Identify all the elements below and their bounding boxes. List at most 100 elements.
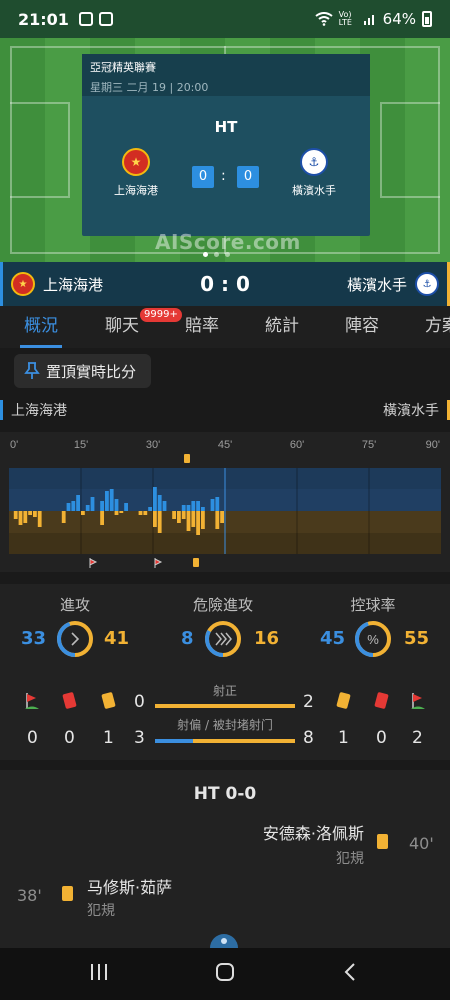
shots-on-target-label: 射正 <box>212 684 237 698</box>
back-icon[interactable] <box>342 962 358 982</box>
shots-on-target-bar <box>155 704 295 708</box>
carousel-dot[interactable] <box>225 252 230 257</box>
shots-off-away-value: 8 <box>303 728 314 748</box>
momentum-home-bar <box>186 505 191 511</box>
half-time-divider: HT 0-0 <box>193 784 257 804</box>
whistle-icon <box>210 934 238 948</box>
match-pitch-banner[interactable]: 亞冠精英聯賽 星期三 二月 19 | 20:00 HT ★ 上海海港 0 : 0… <box>0 38 450 262</box>
away-crest-icon: ⚓ <box>415 272 439 296</box>
tab-label: 聊天 <box>105 316 139 336</box>
possession-home-value: 45 <box>320 628 346 649</box>
momentum-home-bar <box>210 499 215 511</box>
momentum-home-bar <box>105 491 109 511</box>
momentum-home-bar <box>191 501 196 511</box>
carousel-dot[interactable] <box>203 252 208 257</box>
tab-plan[interactable]: 方案 <box>402 306 450 348</box>
momentum-tick-label: 15' <box>74 439 88 451</box>
possession-label: 控球率 <box>350 596 396 614</box>
momentum-home-bar <box>181 505 186 511</box>
android-nav-bar <box>0 948 450 1000</box>
momentum-away-bar <box>143 511 148 515</box>
yellow-card-marker <box>184 454 190 463</box>
momentum-tick-label: 60' <box>290 439 304 451</box>
tab-label: 方案 <box>425 316 450 336</box>
momentum-away-bar <box>23 511 28 523</box>
carousel-dot[interactable] <box>214 252 219 257</box>
scorecard-away-team[interactable]: ⚓ 橫濱水手 <box>274 148 354 198</box>
momentum-away-bar <box>186 511 191 531</box>
home-red-cards-value: 0 <box>64 728 75 748</box>
attack-label: 進攻 <box>59 596 90 614</box>
corner-marker-icon <box>154 558 163 568</box>
dangerous-attack-ring <box>205 621 241 657</box>
momentum-home-bar <box>196 501 200 511</box>
away-red-card-icon <box>374 691 389 710</box>
momentum-away-bar <box>61 511 66 523</box>
momentum-home-bar <box>124 503 128 511</box>
stats-panel: 進攻 危險進攻 控球率 33 41 8 16 45 % 55 0 射正 2 0 … <box>0 584 450 760</box>
momentum-away-bar <box>138 511 143 515</box>
wifi-icon <box>315 12 333 26</box>
attack-away-value: 41 <box>104 628 130 649</box>
scorecard-away-name: 橫濱水手 <box>292 184 336 197</box>
tab-overview[interactable]: 概況 <box>0 306 82 348</box>
home-crest-icon: ★ <box>11 272 35 296</box>
momentum-home-bar <box>162 501 167 511</box>
home-corner-flag-icon <box>25 693 39 709</box>
momentum-away-bar <box>172 511 176 519</box>
attack-home-value: 33 <box>21 628 47 649</box>
carousel-dots[interactable] <box>203 252 230 257</box>
header-away-name[interactable]: 橫濱水手 <box>347 274 407 295</box>
momentum-away-bar <box>177 511 181 523</box>
momentum-home-bar <box>100 501 104 511</box>
shots-off-home-value: 3 <box>134 728 145 748</box>
away-corners-value: 2 <box>412 728 423 748</box>
status-bar: 21:01 Vo) LTE 64% <box>0 0 450 38</box>
header-home-name[interactable]: 上海海港 <box>43 274 103 295</box>
tab-lineup[interactable]: 陣容 <box>322 306 402 348</box>
tab-bar: 概況 聊天9999+ 賠率 統計 陣容 方案 <box>0 306 450 348</box>
momentum-tick-label: 30' <box>146 439 160 451</box>
events-timeline: HT 0-0 安德森·洛佩斯 犯規 40' 38' 马修斯·茹萨 犯規 <box>0 770 450 948</box>
match-date: 星期三 二月 19 | 20:00 <box>90 81 209 94</box>
momentum-away-bar <box>13 511 18 519</box>
momentum-home-bar <box>85 505 90 511</box>
fast-forward-icon <box>215 632 232 646</box>
chevron-right-icon <box>71 632 80 646</box>
volte-indicator: Vo) LTE <box>338 10 352 27</box>
pin-button-label: 置頂實時比分 <box>46 362 137 381</box>
home-icon[interactable] <box>214 962 236 982</box>
recent-apps-icon[interactable] <box>88 962 110 982</box>
scorecard: 亞冠精英聯賽 星期三 二月 19 | 20:00 HT ★ 上海海港 0 : 0… <box>82 54 370 236</box>
momentum-home-label: 上海海港 <box>0 400 67 420</box>
tab-label: 統計 <box>265 316 299 336</box>
app-notification-icon <box>98 12 113 26</box>
shots-off-label: 射偏 / 被封堵射门 <box>177 718 273 732</box>
away-yellow-cards-value: 1 <box>338 728 349 748</box>
pin-live-score-button[interactable]: 置頂實時比分 <box>14 354 151 388</box>
momentum-chart[interactable]: 0' 15' 30' 45' 60' 75' 90' <box>0 432 450 572</box>
battery-icon <box>422 11 432 27</box>
event-minute: 40' <box>409 834 434 853</box>
tab-stats[interactable]: 統計 <box>242 306 322 348</box>
away-score-box: 0 <box>237 166 259 188</box>
scorecard-home-team[interactable]: ★ 上海海港 <box>96 148 176 198</box>
tab-odds[interactable]: 賠率 <box>162 306 242 348</box>
event-type: 犯規 <box>87 903 115 919</box>
tab-chat[interactable]: 聊天 9999+ <box>82 306 182 348</box>
momentum-team-labels: 上海海港 橫濱水手 <box>0 398 450 422</box>
momentum-home-bar <box>153 487 157 511</box>
momentum-home-bar <box>215 497 220 511</box>
match-header: ★ 上海海港 0 : 0 橫濱水手 ⚓ <box>0 262 450 306</box>
away-red-cards-value: 0 <box>376 728 387 748</box>
momentum-home-bar <box>201 507 205 511</box>
momentum-away-bar <box>100 511 104 525</box>
momentum-home-bar <box>66 503 71 511</box>
home-yellow-card-icon <box>101 691 116 710</box>
dangerous-attack-label: 危險進攻 <box>192 596 253 614</box>
momentum-home-bar <box>157 495 162 511</box>
dangerous-attack-home-value: 8 <box>181 628 194 649</box>
shots-on-away-value: 2 <box>303 692 314 712</box>
home-score-box: 0 <box>192 166 214 188</box>
momentum-tick-label: 0' <box>10 439 18 451</box>
